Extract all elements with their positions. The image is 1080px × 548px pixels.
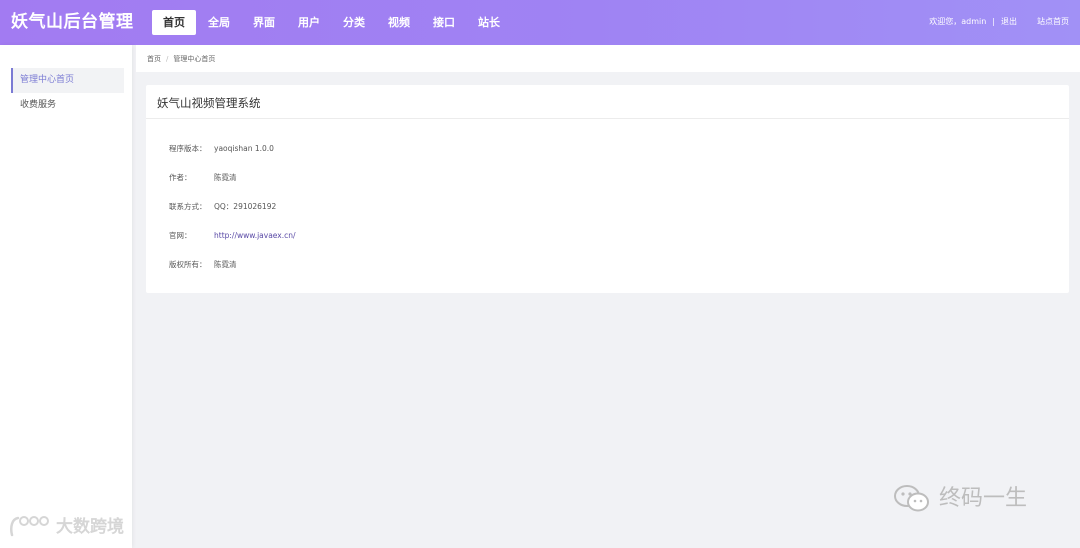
sidebar-item-paid-services[interactable]: 收费服务 xyxy=(11,93,124,118)
top-header: 妖气山后台管理 首页 全局 界面 用户 分类 视频 接口 站长 欢迎您，admi… xyxy=(0,0,1080,45)
watermark-left-text: 大数跨境 xyxy=(56,517,124,537)
system-info-panel: 妖气山视频管理系统 程序版本： yaoqishan 1.0.0 作者： 陈霓清 … xyxy=(146,85,1069,293)
breadcrumb-divider: / xyxy=(166,55,169,63)
info-row-contact: 联系方式： QQ：291026192 xyxy=(169,201,276,212)
info-value: 陈霓清 xyxy=(214,173,237,182)
watermark-left: 大数跨境 xyxy=(8,515,124,539)
wechat-icon xyxy=(893,484,931,514)
info-label: 作者： xyxy=(169,173,192,182)
nav-item-home[interactable]: 首页 xyxy=(152,10,196,35)
info-value: 陈霓清 xyxy=(214,260,237,269)
logout-link[interactable]: 退出 xyxy=(1001,16,1017,28)
nav-item-users[interactable]: 用户 xyxy=(287,10,331,35)
info-row-author: 作者： 陈霓清 xyxy=(169,172,237,183)
nav-item-category[interactable]: 分类 xyxy=(332,10,376,35)
panel-divider xyxy=(146,118,1069,119)
watermark-right: 终码一生 xyxy=(893,484,1027,514)
breadcrumb-bar: 首页 / 管理中心首页 xyxy=(136,45,1080,72)
info-row-version: 程序版本： yaoqishan 1.0.0 xyxy=(169,143,274,154)
sidebar: 管理中心首页 收费服务 xyxy=(0,45,132,548)
info-label: 联系方式： xyxy=(169,202,207,211)
user-bar: 欢迎您，admin | 退出 站点首页 xyxy=(929,16,1069,28)
info-row-website: 官网： http://www.javaex.cn/ xyxy=(169,230,296,241)
info-label: 程序版本： xyxy=(169,144,207,153)
info-value: QQ：291026192 xyxy=(214,202,277,211)
user-bar-divider: | xyxy=(992,17,995,26)
brand-title[interactable]: 妖气山后台管理 xyxy=(11,11,134,33)
site-home-link[interactable]: 站点首页 xyxy=(1037,16,1069,28)
breadcrumb-current: 管理中心首页 xyxy=(173,55,216,63)
panel-title: 妖气山视频管理系统 xyxy=(157,96,261,110)
welcome-text: 欢迎您，admin xyxy=(929,17,987,26)
breadcrumb: 首页 / 管理中心首页 xyxy=(147,54,215,64)
nav-item-global[interactable]: 全局 xyxy=(197,10,241,35)
info-value: yaoqishan 1.0.0 xyxy=(214,144,274,153)
info-label: 官网： xyxy=(169,231,192,240)
website-link[interactable]: http://www.javaex.cn/ xyxy=(214,230,296,241)
watermark-right-text: 终码一生 xyxy=(939,486,1028,511)
info-label: 版权所有： xyxy=(169,260,207,269)
breadcrumb-home[interactable]: 首页 xyxy=(147,54,161,64)
nav-item-video[interactable]: 视频 xyxy=(377,10,421,35)
nav-item-api[interactable]: 接口 xyxy=(422,10,466,35)
info-row-copyright: 版权所有： 陈霓清 xyxy=(169,259,237,270)
logo-icon xyxy=(8,515,50,539)
nav-item-webmaster[interactable]: 站长 xyxy=(467,10,511,35)
sidebar-item-dashboard[interactable]: 管理中心首页 xyxy=(11,68,124,93)
main-nav: 首页 全局 界面 用户 分类 视频 接口 站长 xyxy=(152,10,512,35)
nav-item-interface[interactable]: 界面 xyxy=(242,10,286,35)
